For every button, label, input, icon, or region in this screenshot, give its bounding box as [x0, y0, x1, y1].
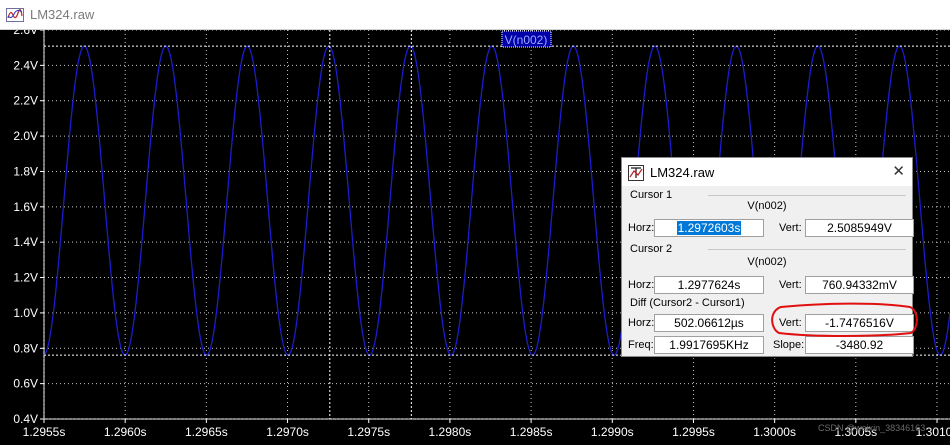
- y-tick-label: 0.4V: [13, 412, 38, 426]
- y-tick-label: 2.0V: [13, 129, 38, 143]
- y-tick-label: 2.6V: [13, 30, 38, 37]
- y-tick-label: 1.6V: [13, 200, 38, 214]
- cursor2-vert-field[interactable]: 760.94332mV: [805, 276, 914, 294]
- diff-freq-label: Freq:: [628, 339, 654, 351]
- cursor2-trace-name: V(n002): [747, 256, 787, 268]
- y-tick-label: 0.8V: [13, 341, 38, 355]
- x-tick-label: 1.2975s: [347, 425, 390, 439]
- diff-horz-label: Horz:: [628, 317, 655, 329]
- diff-label: Diff (Cursor2 - Cursor1): [630, 297, 745, 309]
- cursor1-vert-label: Vert:: [779, 222, 802, 234]
- x-tick-label: 1.2995s: [672, 425, 715, 439]
- y-tick-label: 0.6V: [13, 377, 38, 391]
- x-tick-label: 1.2985s: [510, 425, 553, 439]
- trace-label[interactable]: V(n002): [505, 33, 548, 47]
- cursor1-divider: [708, 195, 906, 196]
- cursor2-group: Cursor 2 V(n002) Horz: 1.2977624s Vert: …: [624, 242, 914, 294]
- diff-slope-field[interactable]: -3480.92: [805, 336, 914, 354]
- cursor1-horz-value: 1.2972603s: [676, 221, 742, 235]
- x-tick-label: 1.2970s: [266, 425, 309, 439]
- diff-freq-field[interactable]: 1.9917695KHz: [654, 336, 764, 354]
- y-tick-label: 1.8V: [13, 164, 38, 178]
- x-tick-label: 1.2980s: [429, 425, 472, 439]
- watermark-text: CSDN @weixin_38346163: [818, 423, 926, 433]
- red-highlight-ring: [771, 302, 918, 337]
- close-icon[interactable]: ✕: [892, 162, 905, 180]
- y-tick-label: 1.2V: [13, 271, 38, 285]
- y-tick-label: 2.2V: [13, 94, 38, 108]
- diff-horz-field[interactable]: 502.06612µs: [654, 314, 764, 332]
- x-tick-label: 1.2965s: [185, 425, 228, 439]
- cursor1-horz-label: Horz:: [628, 222, 655, 234]
- window-title: LM324.raw: [30, 7, 95, 22]
- cursor1-trace-name: V(n002): [747, 200, 787, 212]
- x-tick-label: 1.2955s: [23, 425, 66, 439]
- cursor1-vert-field[interactable]: 2.5085949V: [805, 219, 914, 237]
- cursor1-horz-field[interactable]: 1.2972603s: [654, 219, 764, 237]
- waveform-icon: [6, 8, 24, 27]
- y-tick-label: 1.0V: [13, 306, 38, 320]
- cursor-window-title: LM324.raw: [650, 165, 715, 180]
- diff-slope-label: Slope:: [773, 339, 805, 351]
- cursor2-vert-label: Vert:: [779, 279, 802, 291]
- x-tick-label: 1.3000s: [753, 425, 796, 439]
- cursor1-group: Cursor 1 V(n002) Horz: 1.2972603s Vert: …: [624, 188, 914, 240]
- y-tick-label: 2.4V: [13, 58, 38, 72]
- window-titlebar: LM324.raw: [0, 0, 950, 30]
- x-tick-label: 1.2960s: [104, 425, 147, 439]
- cursor2-horz-label: Horz:: [628, 279, 655, 291]
- cursor-window-titlebar[interactable]: LM324.raw ✕: [622, 158, 912, 186]
- cursor-window-icon: [628, 165, 644, 186]
- y-tick-label: 1.4V: [13, 235, 38, 249]
- x-tick-label: 1.2990s: [591, 425, 634, 439]
- cursor2-divider: [708, 249, 906, 250]
- cursor2-label: Cursor 2: [630, 243, 673, 255]
- cursor2-horz-field[interactable]: 1.2977624s: [654, 276, 764, 294]
